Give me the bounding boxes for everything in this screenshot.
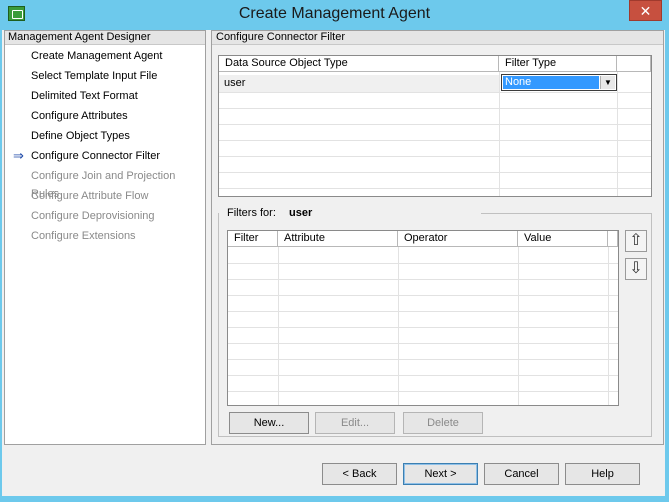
step-label: Configure Connector Filter [31,150,161,162]
move-up-button[interactable]: ⇧ [625,230,647,252]
column-divider [499,72,500,196]
row-divider [228,343,618,344]
step-configure-attributes[interactable]: Configure Attributes [5,107,205,125]
column-divider [617,72,618,196]
step-configure-deprovisioning: Configure Deprovisioning [31,210,155,222]
designer-steps-header: Management Agent Designer [5,31,205,45]
row-divider [219,156,651,157]
new-filter-button[interactable]: New... [229,412,309,434]
column-header-attribute[interactable]: Attribute [278,231,398,247]
step-create-management-agent[interactable]: Create Management Agent [5,47,205,65]
row-divider [228,391,618,392]
content-header: Configure Connector Filter [212,31,663,45]
next-button[interactable]: Next > [403,463,478,485]
title-bar: Create Management Agent ✕ [0,0,669,30]
row-divider [228,359,618,360]
row-divider [219,140,651,141]
column-header-filter[interactable]: Filter [228,231,278,247]
column-header-operator[interactable]: Operator [398,231,518,247]
row-divider [228,279,618,280]
step-configure-join-projection-rules: Configure Join and Projection Rules [31,170,176,200]
filters-for-label: Filters for: [223,206,280,220]
step-configure-connector-filter[interactable]: ⇒ Configure Connector Filter [5,147,205,165]
column-header-filler [608,231,618,247]
dialog-window: Create Management Agent ✕ Management Age… [0,0,669,502]
step-delimited-text-format[interactable]: Delimited Text Format [5,87,205,105]
column-header-filter-type[interactable]: Filter Type [499,56,617,72]
row-divider [219,172,651,173]
move-down-button[interactable]: ⇩ [625,258,647,280]
column-header-value[interactable]: Value [518,231,608,247]
column-divider [278,247,279,405]
content-pane: Configure Connector Filter Data Source O… [211,30,664,445]
edit-filter-button[interactable]: Edit... [315,412,395,434]
current-step-arrow-icon: ⇒ [13,148,24,163]
column-divider [398,247,399,405]
close-button[interactable]: ✕ [629,0,662,21]
filters-grid[interactable]: Filter Attribute Operator Value [227,230,619,406]
object-type-cell[interactable]: user [219,75,499,92]
filter-type-dropdown[interactable]: None ▼ [501,74,617,91]
help-button[interactable]: Help [565,463,640,485]
chevron-down-icon[interactable]: ▼ [600,76,615,89]
row-divider [228,327,618,328]
dialog-client: Management Agent Designer Create Managem… [2,30,665,496]
row-divider [219,124,651,125]
row-divider [228,295,618,296]
cancel-button[interactable]: Cancel [484,463,559,485]
filter-type-selected-value: None [503,76,599,89]
step-configure-extensions: Configure Extensions [31,230,136,242]
row-divider [228,311,618,312]
delete-filter-button[interactable]: Delete [403,412,483,434]
row-divider [219,108,651,109]
column-divider [518,247,519,405]
column-divider [608,247,609,405]
step-define-object-types[interactable]: Define Object Types [5,127,205,145]
step-select-template-input-file[interactable]: Select Template Input File [5,67,205,85]
window-title: Create Management Agent [238,5,431,22]
row-divider [228,263,618,264]
row-divider [219,188,651,189]
object-type-grid[interactable]: Data Source Object Type Filter Type user… [218,55,652,197]
designer-steps-pane: Management Agent Designer Create Managem… [4,30,206,445]
row-divider [219,92,651,93]
column-header-data-source-object-type[interactable]: Data Source Object Type [219,56,499,72]
column-header-filler [617,56,651,72]
filters-for-object: user [285,206,317,220]
row-divider [228,375,618,376]
filters-group: Filters for: user Filter Attribute Opera… [218,206,652,437]
step-configure-attribute-flow: Configure Attribute Flow [31,190,149,202]
back-button[interactable]: < Back [322,463,397,485]
